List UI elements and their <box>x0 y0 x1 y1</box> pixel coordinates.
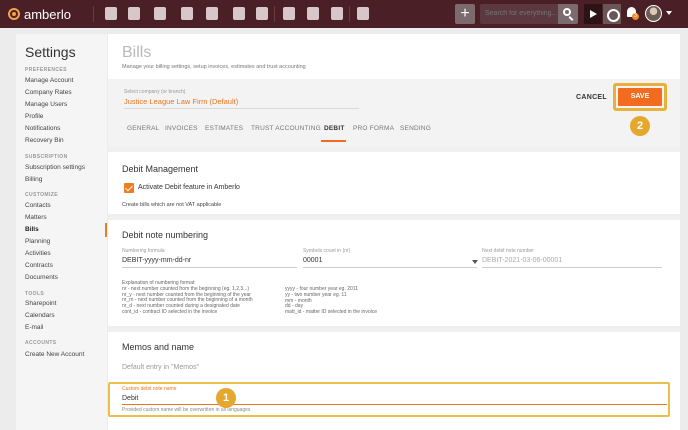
memos-title: Memos and name <box>122 342 195 352</box>
symbols-count-label: Symbols count in {nr} <box>303 248 351 254</box>
company-select[interactable]: Justice League Law Firm (Default) <box>124 97 238 106</box>
sidebar-item-create-new-account[interactable]: Create New Account <box>25 351 84 358</box>
chevron-down-icon[interactable] <box>666 11 672 15</box>
default-memo-entry[interactable]: Default entry in "Memos" <box>122 364 199 371</box>
company-underline <box>124 108 359 109</box>
divider <box>93 6 94 22</box>
add-new-button[interactable]: + <box>455 4 475 24</box>
custom-name-label: Custom debit note name <box>122 386 177 392</box>
page-title: Bills <box>122 44 152 61</box>
company-label: Select company (or branch) <box>124 89 186 95</box>
section-divider <box>108 146 680 152</box>
user-avatar[interactable] <box>645 5 662 22</box>
sidebar-section-subscription: SUBSCRIPTION <box>25 154 68 160</box>
tab-general[interactable]: GENERAL <box>127 125 159 132</box>
settings-sidebar: Settings PREFERENCES Manage Account Comp… <box>16 34 107 430</box>
formula-underline <box>122 267 297 268</box>
sidebar-section-preferences: PREFERENCES <box>25 67 67 73</box>
sidebar-item-planning[interactable]: Planning <box>25 238 50 245</box>
activate-debit-checkbox[interactable] <box>124 183 134 193</box>
top-bar: amberlo + 3 <box>0 0 688 28</box>
sidebar-item-recovery-bin[interactable]: Recovery Bin <box>25 137 64 144</box>
sidebar-section-accounts: ACCOUNTS <box>25 340 57 346</box>
symbols-count-select[interactable]: 00001 <box>303 257 322 264</box>
next-number-label: Next debit note number <box>482 248 534 254</box>
header-band <box>108 79 680 146</box>
tab-pro-forma[interactable]: PRO FORMA <box>353 125 394 132</box>
reports-icon[interactable] <box>357 7 369 20</box>
active-indicator <box>105 223 107 237</box>
debit-note-description: Create bills which are not VAT applicabl… <box>122 202 222 208</box>
tab-invoices[interactable]: INVOICES <box>165 125 198 132</box>
sidebar-item-contracts[interactable]: Contracts <box>25 262 53 269</box>
divider <box>349 6 350 22</box>
sidebar-item-company-rates[interactable]: Company Rates <box>25 89 72 96</box>
sidebar-item-contacts[interactable]: Contacts <box>25 202 51 209</box>
sidebar-item-profile[interactable]: Profile <box>25 113 43 120</box>
debit-management-title: Debit Management <box>122 164 199 174</box>
amberlo-logo[interactable]: amberlo <box>8 6 71 22</box>
mail-icon[interactable] <box>331 7 343 20</box>
bank-icon[interactable] <box>206 7 218 20</box>
notification-badge: 3 <box>632 13 639 20</box>
section-divider <box>108 214 680 220</box>
page-subtitle: Manage your billing settings, setup invo… <box>122 64 306 70</box>
tab-estimates[interactable]: ESTIMATES <box>205 125 243 132</box>
tab-trust-accounting[interactable]: TRUST ACCOUNTING <box>251 125 321 132</box>
numbering-explanation-left: Explanation of numbering format: nr - ne… <box>122 280 253 315</box>
search-input[interactable] <box>480 4 558 24</box>
start-timer-button[interactable] <box>584 4 602 24</box>
sidebar-item-billing[interactable]: Billing <box>25 176 42 183</box>
search-icon <box>563 8 571 16</box>
next-number-value: DEBIT-2021-03-06-00001 <box>482 257 563 264</box>
tab-sending[interactable]: SENDING <box>400 125 431 132</box>
sidebar-item-bills[interactable]: Bills <box>25 226 39 233</box>
numbering-explanation-right: yyyy - four number year eg. 2011 yy - tw… <box>285 286 377 316</box>
tab-debit[interactable]: DEBIT <box>324 125 345 132</box>
file-edit-icon[interactable] <box>307 7 319 20</box>
briefcase-icon[interactable] <box>154 7 166 20</box>
document-icon[interactable] <box>181 7 193 20</box>
numbering-formula-label: Numbering formula <box>122 248 165 254</box>
sidebar-item-activities[interactable]: Activities <box>25 250 51 257</box>
sidebar-item-documents[interactable]: Documents <box>25 274 58 281</box>
custom-name-input[interactable]: Debit <box>122 395 138 402</box>
sidebar-item-calendars[interactable]: Calendars <box>25 312 55 319</box>
bills-settings-panel: Bills Manage your billing settings, setu… <box>108 34 680 430</box>
dashboard-icon[interactable] <box>105 7 117 20</box>
custom-name-helper: Provided custom name will be overwritten… <box>122 407 251 413</box>
search-button[interactable] <box>558 4 578 24</box>
folder-icon[interactable] <box>283 7 295 20</box>
next-number-underline <box>482 267 662 268</box>
sidebar-title: Settings <box>25 44 76 60</box>
sidebar-item-manage-users[interactable]: Manage Users <box>25 101 67 108</box>
calendar-icon[interactable] <box>233 7 245 20</box>
sidebar-section-customize: CUSTOMIZE <box>25 192 58 198</box>
logo-text: amberlo <box>24 6 71 22</box>
sidebar-item-matters[interactable]: Matters <box>25 214 47 221</box>
chevron-down-icon[interactable] <box>472 260 478 264</box>
sidebar-item-sharepoint[interactable]: Sharepoint <box>25 300 56 307</box>
sidebar-item-manage-account[interactable]: Manage Account <box>25 77 73 84</box>
step-badge-1: 1 <box>216 388 236 408</box>
numbering-formula-input[interactable]: DEBIT-yyyy-mm-dd-nr <box>122 257 191 264</box>
timer-icon[interactable] <box>256 7 268 20</box>
custom-name-underline <box>122 404 667 405</box>
sidebar-section-tools: TOOLS <box>25 291 45 297</box>
section-divider <box>108 326 680 332</box>
divider <box>274 6 275 22</box>
contacts-icon[interactable] <box>128 7 140 20</box>
activate-debit-label[interactable]: Activate Debit feature in Amberlo <box>138 184 240 191</box>
sidebar-item-subscription-settings[interactable]: Subscription settings <box>25 164 85 171</box>
active-tab-underline <box>321 140 346 142</box>
stopwatch-button[interactable] <box>603 4 621 24</box>
save-button[interactable]: SAVE <box>618 88 662 106</box>
sidebar-item-notifications[interactable]: Notifications <box>25 125 60 132</box>
amberlo-logo-icon <box>8 8 20 20</box>
cancel-button[interactable]: CANCEL <box>576 94 607 101</box>
sidebar-item-email[interactable]: E-mail <box>25 324 43 331</box>
numbering-title: Debit note numbering <box>122 230 209 240</box>
step-badge-2: 2 <box>630 116 650 136</box>
symbols-underline <box>303 267 477 268</box>
